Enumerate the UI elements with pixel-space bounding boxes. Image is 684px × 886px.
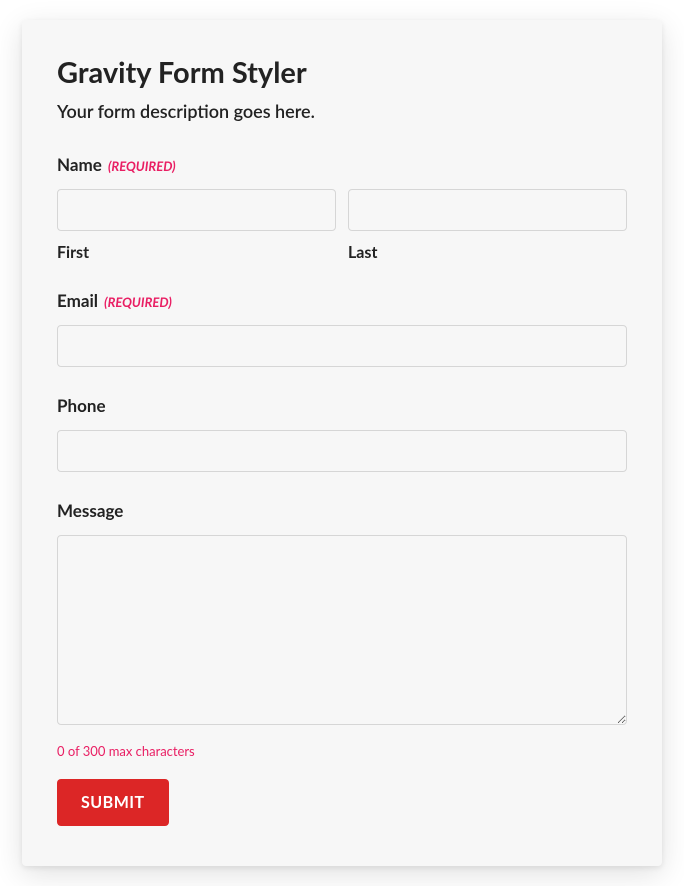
email-label: Email [57,290,98,311]
email-input[interactable] [57,325,627,367]
name-label: Name [57,154,102,175]
form-title: Gravity Form Styler [57,55,627,90]
first-name-sublabel: First [57,243,336,262]
phone-input[interactable] [57,430,627,472]
email-required-tag: (REQUIRED) [104,294,172,310]
message-field-group: Message 0 of 300 max characters [57,500,627,759]
last-name-sublabel: Last [348,243,627,262]
last-name-col: Last [348,189,627,262]
first-name-col: First [57,189,336,262]
first-name-input[interactable] [57,189,336,231]
name-row: First Last [57,189,627,262]
submit-button[interactable]: SUBMIT [57,779,169,826]
email-field-group: Email (REQUIRED) [57,290,627,367]
name-required-tag: (REQUIRED) [108,158,176,174]
message-label: Message [57,500,123,521]
form-card: Gravity Form Styler Your form descriptio… [22,20,662,866]
phone-field-group: Phone [57,395,627,472]
form-description: Your form description goes here. [57,100,627,122]
name-field-group: Name (REQUIRED) First Last [57,154,627,262]
last-name-input[interactable] [348,189,627,231]
phone-label: Phone [57,395,106,416]
message-textarea[interactable] [57,535,627,725]
message-char-count: 0 of 300 max characters [57,743,627,759]
